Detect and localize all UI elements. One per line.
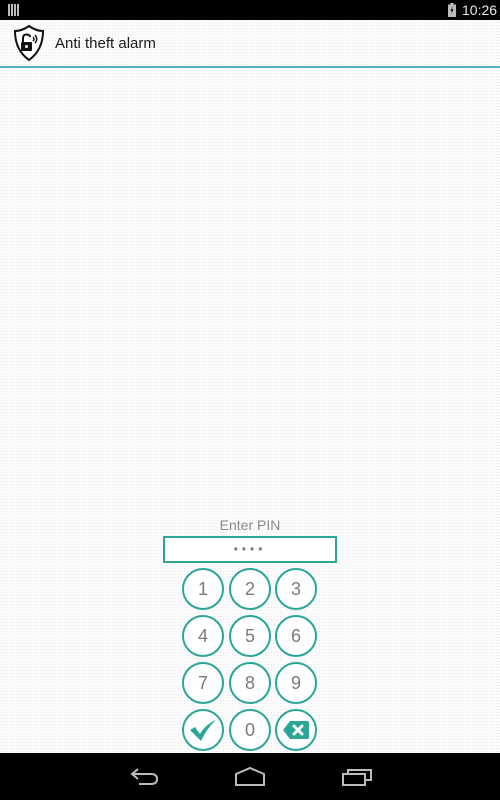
- key-7[interactable]: 7: [182, 662, 224, 704]
- key-5[interactable]: 5: [229, 615, 271, 657]
- delete-button[interactable]: [275, 709, 317, 751]
- key-0[interactable]: 0: [229, 709, 271, 751]
- backspace-icon: [283, 721, 309, 739]
- shield-lock-icon[interactable]: [12, 24, 46, 62]
- clock: 10:26: [462, 2, 498, 18]
- pin-label: Enter PIN: [219, 517, 281, 533]
- navigation-bar: [0, 753, 500, 800]
- home-icon[interactable]: [233, 765, 267, 789]
- status-bar: 10:26: [0, 0, 500, 20]
- back-icon[interactable]: [127, 765, 161, 789]
- key-3[interactable]: 3: [275, 568, 317, 610]
- confirm-button[interactable]: [182, 709, 224, 751]
- app-title: Anti theft alarm: [55, 35, 156, 52]
- key-6[interactable]: 6: [275, 615, 317, 657]
- key-2[interactable]: 2: [229, 568, 271, 610]
- battery-charging-icon: [448, 3, 456, 17]
- pin-input[interactable]: ••••: [163, 536, 337, 563]
- key-8[interactable]: 8: [229, 662, 271, 704]
- key-9[interactable]: 9: [275, 662, 317, 704]
- checkmark-icon: [190, 720, 216, 741]
- notification-icon: [8, 4, 20, 16]
- action-bar: Anti theft alarm: [0, 20, 500, 68]
- recents-icon[interactable]: [340, 765, 374, 789]
- key-1[interactable]: 1: [182, 568, 224, 610]
- key-4[interactable]: 4: [182, 615, 224, 657]
